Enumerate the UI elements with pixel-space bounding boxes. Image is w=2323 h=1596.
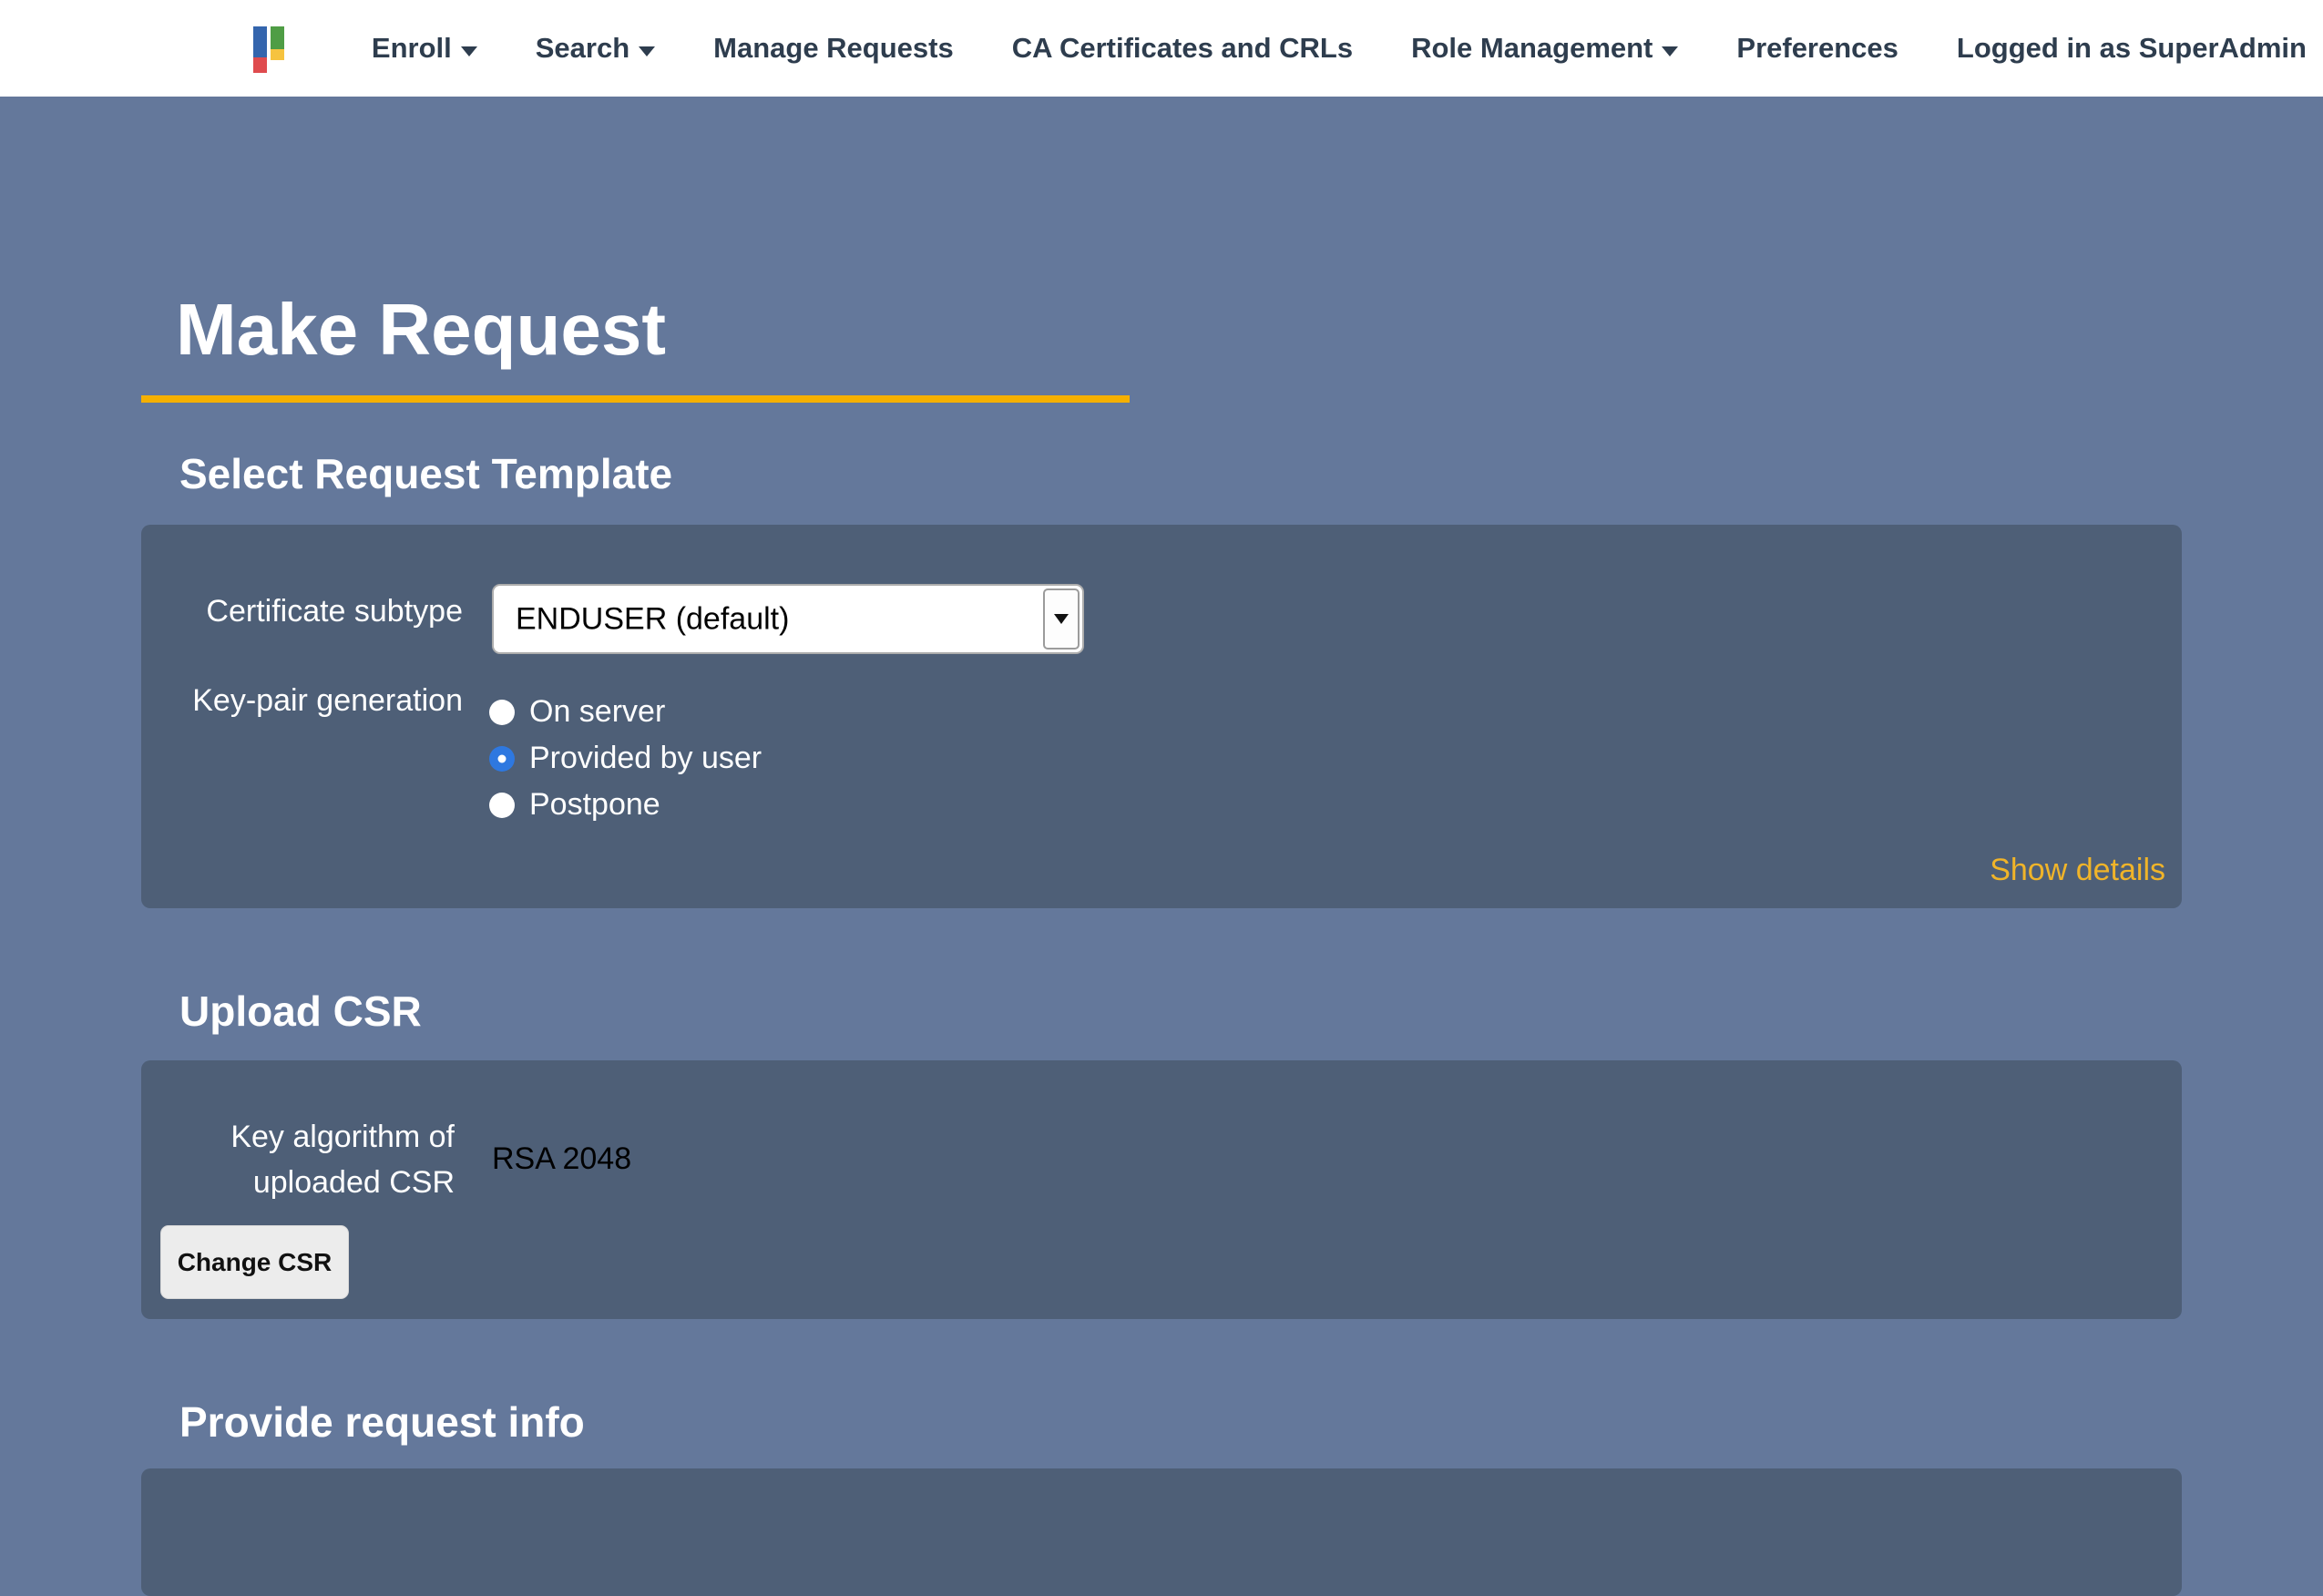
- radio-label: Postpone: [529, 787, 660, 823]
- upload-csr-panel: Key algorithm of uploaded CSR RSA 2048 C…: [141, 1060, 2182, 1319]
- caret-down-icon: [461, 46, 477, 56]
- nav-item-ca-certificates-and-crls[interactable]: CA Certificates and CRLs: [1012, 32, 1353, 65]
- nav-item-label: Search: [536, 32, 629, 65]
- change-csr-button[interactable]: Change CSR: [160, 1225, 349, 1299]
- key-algorithm-label: Key algorithm of uploaded CSR: [154, 1114, 455, 1205]
- certificate-subtype-label: Certificate subtype: [162, 591, 463, 631]
- nav-item-label: Preferences: [1736, 32, 1898, 65]
- radio-button-icon[interactable]: [489, 700, 515, 725]
- logo-bar-blue: [253, 26, 267, 57]
- section-heading-select-request-template: Select Request Template: [179, 450, 672, 497]
- nav-item-enroll[interactable]: Enroll: [372, 32, 477, 65]
- caret-down-icon: [1662, 46, 1678, 56]
- logo-bar-yellow: [271, 49, 284, 60]
- main-content: Make Request Select Request Template Cer…: [0, 97, 2323, 1430]
- triangle-down-icon: [1054, 614, 1069, 624]
- key-algorithm-value: RSA 2048: [492, 1139, 631, 1179]
- ejbca-logo-icon[interactable]: [253, 26, 286, 74]
- section-heading-provide-request-info: Provide request info: [179, 1398, 585, 1446]
- nav-item-logged-in-as[interactable]: Logged in as SuperAdmin: [1957, 32, 2307, 65]
- select-dropdown-arrow-icon[interactable]: [1043, 588, 1080, 650]
- radio-label: Provided by user: [529, 741, 762, 776]
- radio-postpone[interactable]: Postpone: [489, 782, 762, 828]
- radio-provided-by-user[interactable]: Provided by user: [489, 735, 762, 782]
- nav-item-label: Role Management: [1411, 32, 1653, 65]
- page-title: Make Request: [141, 288, 1130, 403]
- nav-item-label: CA Certificates and CRLs: [1012, 32, 1353, 65]
- nav-item-label: Logged in as SuperAdmin: [1957, 32, 2307, 65]
- radio-label: On server: [529, 694, 665, 730]
- section-heading-upload-csr: Upload CSR: [179, 987, 422, 1035]
- logo-bar-green: [271, 26, 284, 49]
- nav-item-label: Enroll: [372, 32, 452, 65]
- logo-bar-red: [253, 57, 267, 73]
- nav-item-manage-requests[interactable]: Manage Requests: [713, 32, 954, 65]
- nav-item-preferences[interactable]: Preferences: [1736, 32, 1898, 65]
- certificate-subtype-select[interactable]: ENDUSER (default): [492, 584, 1084, 654]
- radio-button-icon[interactable]: [489, 793, 515, 818]
- caret-down-icon: [639, 46, 655, 56]
- nav-menu: Enroll Search Manage Requests CA Certifi…: [335, 32, 2323, 65]
- radio-button-icon[interactable]: [489, 746, 515, 772]
- provide-request-info-panel: [141, 1468, 2182, 1596]
- certificate-subtype-selected-value: ENDUSER (default): [516, 601, 789, 637]
- keypair-generation-label: Key-pair generation: [162, 680, 463, 721]
- nav-item-search[interactable]: Search: [536, 32, 655, 65]
- nav-item-role-management[interactable]: Role Management: [1411, 32, 1678, 65]
- nav-item-label: Manage Requests: [713, 32, 954, 65]
- top-navbar: Enroll Search Manage Requests CA Certifi…: [0, 0, 2323, 97]
- radio-on-server[interactable]: On server: [489, 689, 762, 735]
- keypair-generation-radio-group: On server Provided by user Postpone: [489, 689, 762, 828]
- select-request-template-panel: Certificate subtype ENDUSER (default) Ke…: [141, 525, 2182, 908]
- show-details-link[interactable]: Show details: [1990, 853, 2165, 888]
